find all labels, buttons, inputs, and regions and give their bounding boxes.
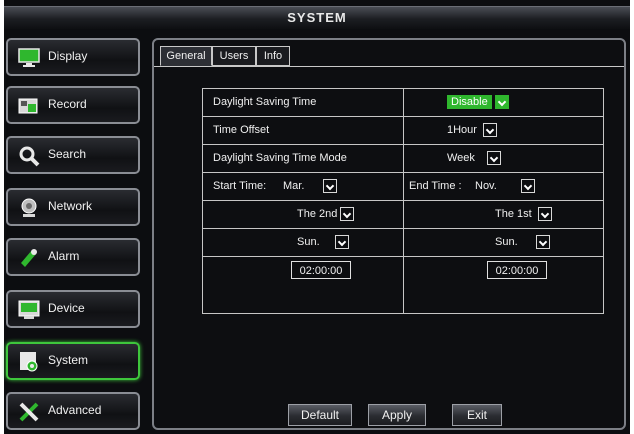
settings-row: Daylight Saving Time Mode Week (203, 145, 603, 173)
end-month-value: Nov. (475, 180, 497, 192)
start-week-select[interactable]: The 2nd (297, 201, 355, 228)
settings-row: 02:00:00 02:00:00 (203, 257, 603, 285)
search-icon (18, 145, 40, 167)
sidebar-item-search[interactable]: Search (6, 136, 140, 174)
display-icon (18, 47, 40, 69)
mode-value: Week (447, 152, 475, 164)
end-day-value: Sun. (495, 236, 518, 248)
advanced-icon (18, 401, 40, 423)
sidebar-item-label: Record (48, 97, 87, 111)
sidebar-item-network[interactable]: Network (6, 188, 140, 226)
start-month-select[interactable]: Mar. (283, 173, 337, 200)
end-month-select[interactable]: Nov. (475, 173, 536, 200)
sidebar-item-label: Search (48, 147, 87, 161)
chevron-down-icon[interactable] (340, 207, 355, 222)
chevron-down-icon[interactable] (487, 151, 502, 166)
start-time-label: Start Time: (213, 180, 267, 192)
settings-row: Start Time: Mar. End Time : Nov. (203, 173, 603, 201)
sidebar-item-label: System (48, 353, 89, 367)
start-month-value: Mar. (283, 180, 305, 192)
sidebar-item-display[interactable]: Display (6, 38, 140, 76)
end-day-select[interactable]: Sun. (495, 229, 550, 256)
settings-row: Sun. Sun. (203, 229, 603, 257)
dst-settings-grid: Daylight Saving Time Disable Time Offset… (202, 88, 604, 314)
offset-value: 1Hour (447, 124, 477, 136)
start-day-select[interactable]: Sun. (297, 229, 349, 256)
dvr-screen: SYSTEM Display Record Search Network Ala… (4, 0, 630, 434)
record-icon (18, 95, 40, 117)
alarm-icon (18, 247, 40, 269)
sidebar-item-label: Display (48, 49, 88, 63)
tab-info[interactable]: Info (256, 46, 290, 66)
tab-divider (154, 66, 624, 67)
start-time-input[interactable]: 02:00:00 (291, 261, 351, 279)
window-title: SYSTEM (4, 6, 630, 29)
device-icon (18, 299, 40, 321)
chevron-down-icon[interactable] (537, 207, 552, 222)
dst-select[interactable]: Disable (447, 89, 509, 116)
settings-row: Time Offset 1Hour (203, 117, 603, 145)
end-time-label: End Time : (409, 180, 462, 192)
end-week-value: The 1st (495, 208, 532, 220)
chevron-down-icon[interactable] (494, 95, 509, 110)
sidebar-item-label: Network (48, 199, 93, 213)
dst-label: Daylight Saving Time (213, 96, 317, 108)
system-icon (18, 351, 40, 373)
mode-select[interactable]: Week (447, 145, 502, 172)
sidebar-item-alarm[interactable]: Alarm (6, 238, 140, 276)
sidebar-item-label: Advanced (48, 403, 102, 417)
settings-panel: General Users Info Daylight Saving Time … (152, 38, 626, 430)
default-button[interactable]: Default (288, 404, 352, 426)
sidebar-item-label: Alarm (48, 249, 80, 263)
tab-users[interactable]: Users (212, 46, 256, 66)
sidebar-item-device[interactable]: Device (6, 290, 140, 328)
start-day-value: Sun. (297, 236, 320, 248)
start-week-value: The 2nd (297, 208, 338, 220)
sidebar-item-system[interactable]: System (6, 342, 140, 380)
chevron-down-icon[interactable] (521, 179, 536, 194)
chevron-down-icon[interactable] (483, 123, 498, 138)
sidebar-item-record[interactable]: Record (6, 86, 140, 124)
sidebar-item-label: Device (48, 301, 85, 315)
settings-row: Daylight Saving Time Disable (203, 89, 603, 117)
exit-button[interactable]: Exit (452, 404, 502, 426)
sidebar-item-advanced[interactable]: Advanced (6, 392, 140, 430)
end-time-input[interactable]: 02:00:00 (487, 261, 547, 279)
dst-value: Disable (447, 95, 492, 109)
tab-general[interactable]: General (160, 46, 212, 66)
mode-label: Daylight Saving Time Mode (213, 152, 347, 164)
network-icon (18, 197, 40, 219)
chevron-down-icon[interactable] (334, 235, 349, 250)
end-week-select[interactable]: The 1st (495, 201, 552, 228)
offset-label: Time Offset (213, 124, 270, 136)
chevron-down-icon[interactable] (535, 235, 550, 250)
offset-select[interactable]: 1Hour (447, 117, 498, 144)
settings-row: The 2nd The 1st (203, 201, 603, 229)
apply-button[interactable]: Apply (368, 404, 426, 426)
chevron-down-icon[interactable] (322, 179, 337, 194)
